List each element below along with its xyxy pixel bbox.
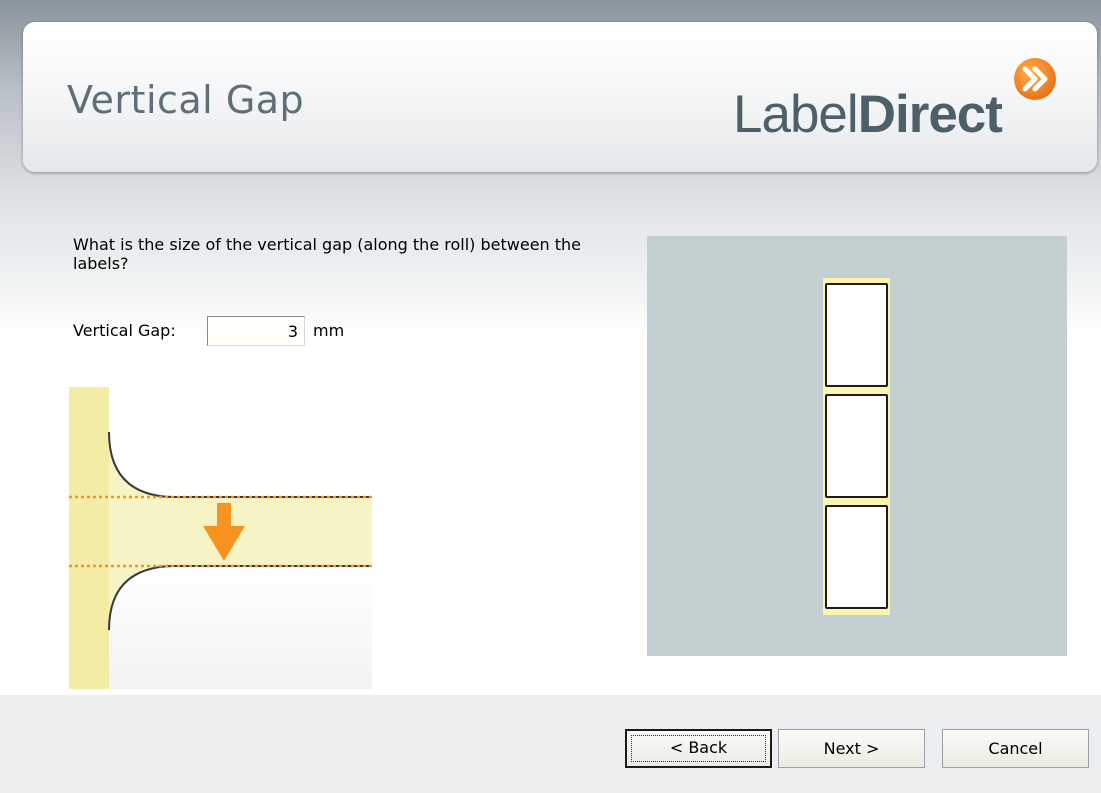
preview-label [825,283,888,387]
vertical-gap-label: Vertical Gap: [73,321,176,340]
question-text: What is the size of the vertical gap (al… [73,235,582,273]
cancel-button-label: Cancel [988,739,1043,758]
preview-label [825,505,888,609]
vertical-gap-illustration [69,387,372,689]
labeldirect-logo: LabelDirect [733,84,1003,145]
vertical-gap-input[interactable] [207,316,305,346]
cancel-button[interactable]: Cancel [942,729,1089,768]
double-chevron-right-icon [1014,58,1056,100]
logo-text-light: Label [733,85,859,144]
button-bar [0,695,1101,793]
back-button[interactable]: < Back [625,729,772,768]
logo-text-bold: Direct [857,85,1003,144]
next-button[interactable]: Next > [778,729,925,768]
preview-label [825,394,888,498]
next-button-label: Next > [823,739,880,758]
unit-label: mm [313,321,345,340]
back-button-label: < Back [669,738,728,757]
page-title: Vertical Gap [67,78,305,122]
